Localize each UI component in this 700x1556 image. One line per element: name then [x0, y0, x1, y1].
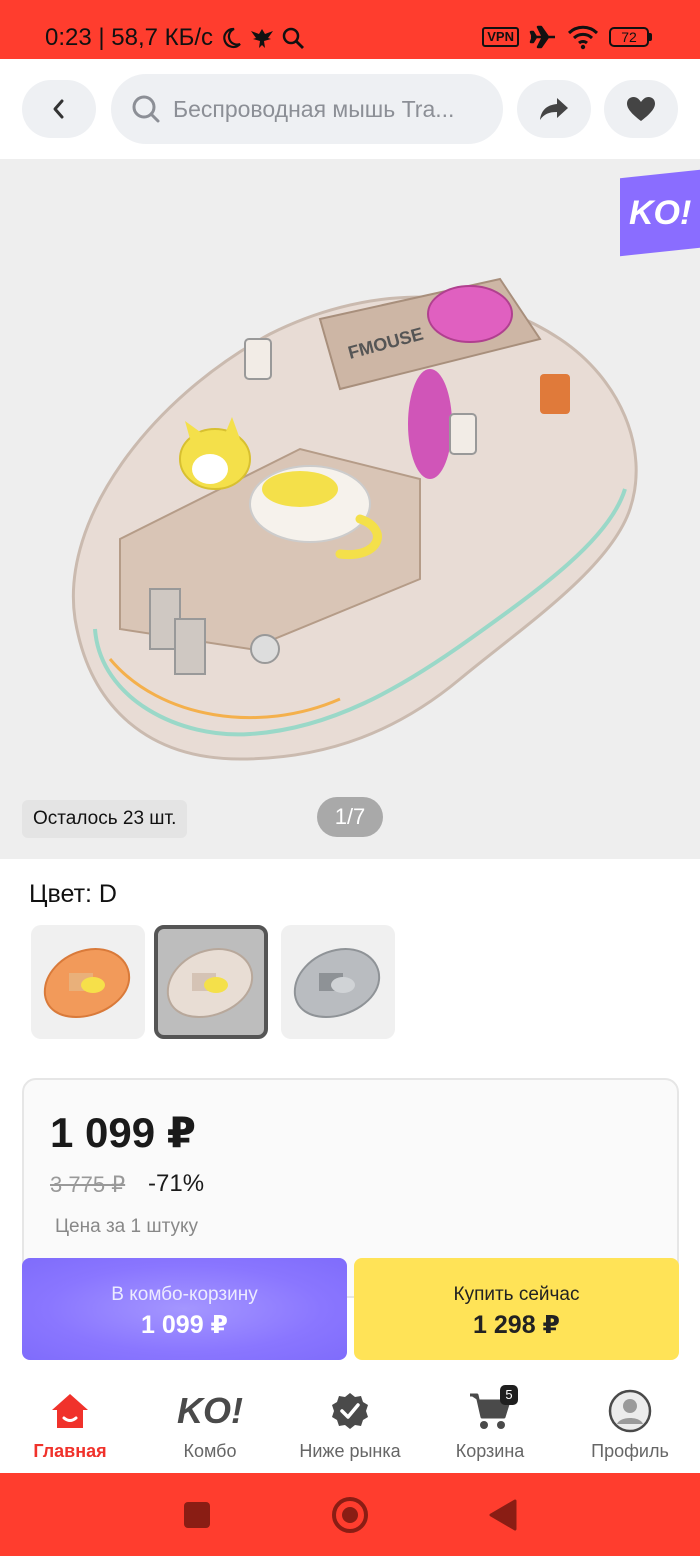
swatch-image-beige: [166, 948, 254, 1019]
buy-button-price: 1 298 ₽: [473, 1311, 560, 1339]
ko-logo-icon: KO!: [140, 1383, 280, 1439]
ko-logo-text: KO!: [177, 1390, 243, 1431]
battery-level: 72: [609, 27, 649, 47]
bottom-navigation: Главная KO! Комбо Ниже рынка 5 Корзина П…: [0, 1373, 700, 1473]
nav-item-cart[interactable]: 5 Корзина: [420, 1383, 560, 1462]
wifi-icon: [567, 25, 599, 50]
home-system-button[interactable]: [332, 1497, 368, 1533]
combo-button-label: В комбо-корзину: [111, 1284, 258, 1305]
nav-item-below-market[interactable]: Ниже рынка: [280, 1383, 420, 1462]
status-bar: 0:23 | 58,7 КБ/с VPN 72: [0, 0, 700, 59]
favorite-button[interactable]: [604, 80, 678, 138]
airplane-icon: [529, 25, 555, 49]
product-image: FMOUSE: [72, 277, 638, 761]
product-gallery[interactable]: FMOUSE KO! Осталось 23 шт. 1/7: [0, 159, 700, 859]
color-swatch-gray[interactable]: [281, 925, 395, 1039]
chevron-left-icon: [53, 99, 64, 119]
back-button[interactable]: [22, 80, 96, 138]
buy-button-label: Купить сейчас: [453, 1284, 580, 1305]
eagle-icon: [251, 29, 274, 48]
verified-badge-icon: [280, 1383, 420, 1439]
nav-item-combo[interactable]: KO! Комбо: [140, 1383, 280, 1462]
swatch-image-orange: [43, 948, 131, 1019]
heart-icon: [627, 97, 655, 121]
status-right: VPN 72: [482, 24, 652, 50]
swatch-image-gray: [293, 948, 381, 1019]
color-label: Цвет: D: [29, 880, 117, 908]
current-price: 1 099 ₽: [50, 1109, 196, 1156]
status-time-speed: 0:23 | 58,7 КБ/с: [45, 24, 214, 51]
back-system-icon[interactable]: [488, 1498, 518, 1532]
nav-label-cart: Корзина: [455, 1441, 525, 1461]
recents-button[interactable]: [184, 1502, 210, 1528]
share-button[interactable]: [517, 80, 591, 138]
old-price: 3 775 ₽: [50, 1172, 126, 1197]
moon-icon: [223, 27, 241, 49]
home-system-dot: [342, 1507, 358, 1523]
search-field[interactable]: Беспроводная мышь Tra...: [111, 74, 503, 144]
battery-indicator: 72: [609, 27, 652, 47]
cart-count-badge: 5: [500, 1385, 518, 1405]
nav-label-combo: Комбо: [183, 1441, 237, 1461]
unit-price-note: Цена за 1 штуку: [55, 1216, 199, 1237]
search-text: Беспроводная мышь Tra...: [173, 95, 455, 122]
search-icon: [132, 95, 160, 123]
stock-remaining: Осталось 23 шт.: [22, 800, 188, 838]
ko-badge: KO!: [620, 169, 700, 257]
nav-item-home[interactable]: Главная: [0, 1383, 140, 1462]
system-navigation-bar: [0, 1473, 700, 1556]
battery-tip: [649, 33, 652, 41]
image-counter: 1/7: [317, 797, 383, 837]
search-status-icon: [282, 27, 305, 49]
discount-percent: -71%: [148, 1170, 205, 1197]
cart-icon: 5: [420, 1383, 560, 1439]
profile-icon: [560, 1383, 700, 1439]
vpn-indicator: VPN: [482, 27, 519, 47]
combo-button-price: 1 099 ₽: [141, 1311, 228, 1339]
nav-label-home: Главная: [33, 1441, 107, 1461]
color-swatch-orange[interactable]: [31, 925, 145, 1039]
add-to-combo-button[interactable]: В комбо-корзину 1 099 ₽: [22, 1258, 347, 1360]
top-bar: Беспроводная мышь Tra...: [0, 59, 700, 159]
nav-label-below-market: Ниже рынка: [299, 1441, 401, 1461]
buy-now-button[interactable]: Купить сейчас 1 298 ₽: [354, 1258, 679, 1360]
status-left: 0:23 | 58,7 КБ/с: [45, 24, 305, 52]
ko-badge-text: KO!: [628, 193, 692, 232]
home-icon: [0, 1383, 140, 1439]
color-swatch-beige[interactable]: [154, 925, 268, 1039]
nav-item-profile[interactable]: Профиль: [560, 1383, 700, 1462]
nav-label-profile: Профиль: [591, 1441, 669, 1461]
share-arrow-icon: [540, 98, 568, 120]
